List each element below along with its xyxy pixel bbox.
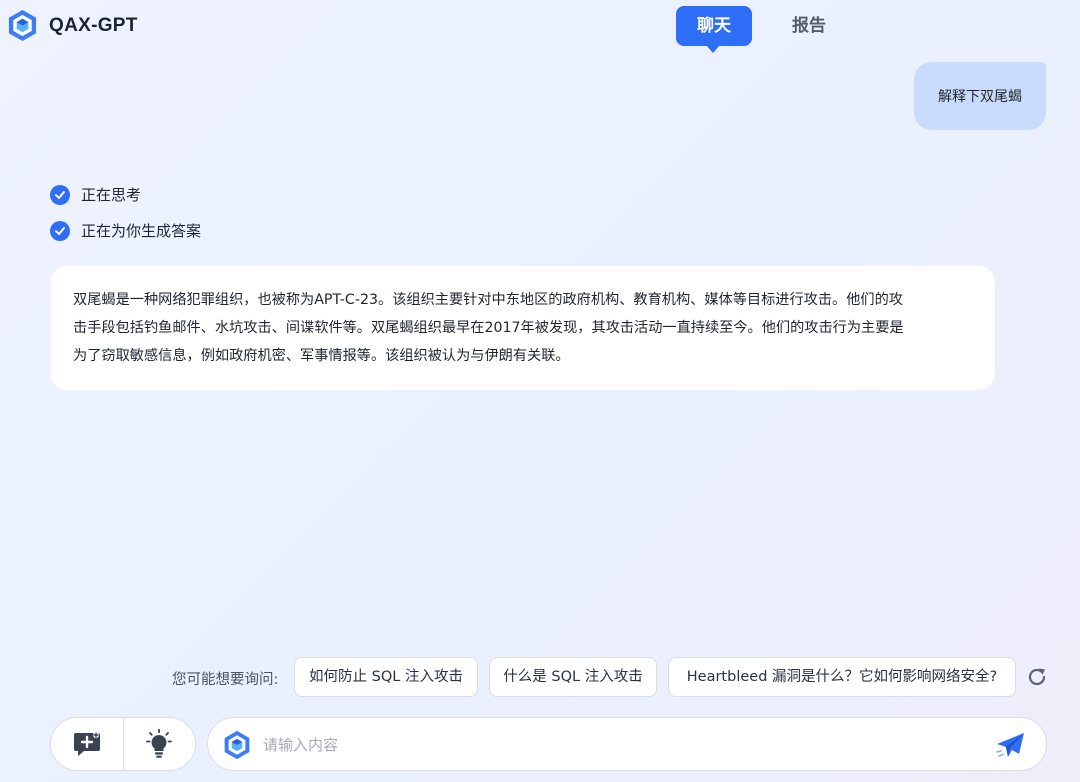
chat-input-box: [207, 717, 1047, 771]
tool-group: [50, 717, 196, 771]
tab-chat[interactable]: 聊天: [676, 6, 752, 53]
step-label: 正在为你生成答案: [81, 222, 202, 240]
answer-line: 双尾蝎是一种网络犯罪组织，也被称为APT-C-23。该组织主要针对中东地区的政府…: [73, 292, 903, 308]
hexagon-logo-icon: [8, 9, 37, 42]
check-circle-icon: [50, 220, 70, 241]
lightbulb-icon: [146, 729, 173, 758]
step-generating: 正在为你生成答案: [50, 220, 201, 241]
suggestions-label: 您可能想要询问:: [172, 672, 279, 688]
assistant-answer: 双尾蝎是一种网络犯罪组织，也被称为APT-C-23。该组织主要针对中东地区的政府…: [51, 266, 995, 390]
new-chat-button[interactable]: [51, 718, 123, 770]
chat-input[interactable]: [263, 731, 963, 759]
step-thinking: 正在思考: [50, 184, 141, 205]
tab-report[interactable]: 报告: [784, 6, 834, 46]
top-tabs: 聊天 报告: [676, 6, 834, 53]
app-title: QAX-GPT: [49, 14, 138, 36]
paper-plane-icon[interactable]: [994, 730, 1026, 760]
app-logo: QAX-GPT: [6, 9, 138, 42]
suggestion-chip[interactable]: Heartbleed 漏洞是什么？它如何影响网络安全?: [668, 657, 1016, 697]
suggestion-chip[interactable]: 什么是 SQL 注入攻击: [489, 657, 657, 697]
refresh-icon[interactable]: [1025, 665, 1049, 689]
suggestion-chip[interactable]: 如何防止 SQL 注入攻击: [294, 657, 478, 697]
hexagon-logo-icon: [224, 730, 250, 760]
answer-line: 为了窃取敏感信息，例如政府机密、军事情报等。该组织被认为与伊朗有关联。: [73, 348, 570, 364]
step-label: 正在思考: [81, 186, 142, 204]
check-circle-icon: [50, 184, 70, 205]
user-message-bubble: 解释下双尾蝎: [914, 62, 1046, 130]
tips-button[interactable]: [124, 718, 196, 770]
chat-plus-icon: [73, 732, 100, 756]
answer-line: 击手段包括钓鱼邮件、水坑攻击、间谍软件等。双尾蝎组织最早在2017年被发现，其攻…: [73, 320, 904, 336]
